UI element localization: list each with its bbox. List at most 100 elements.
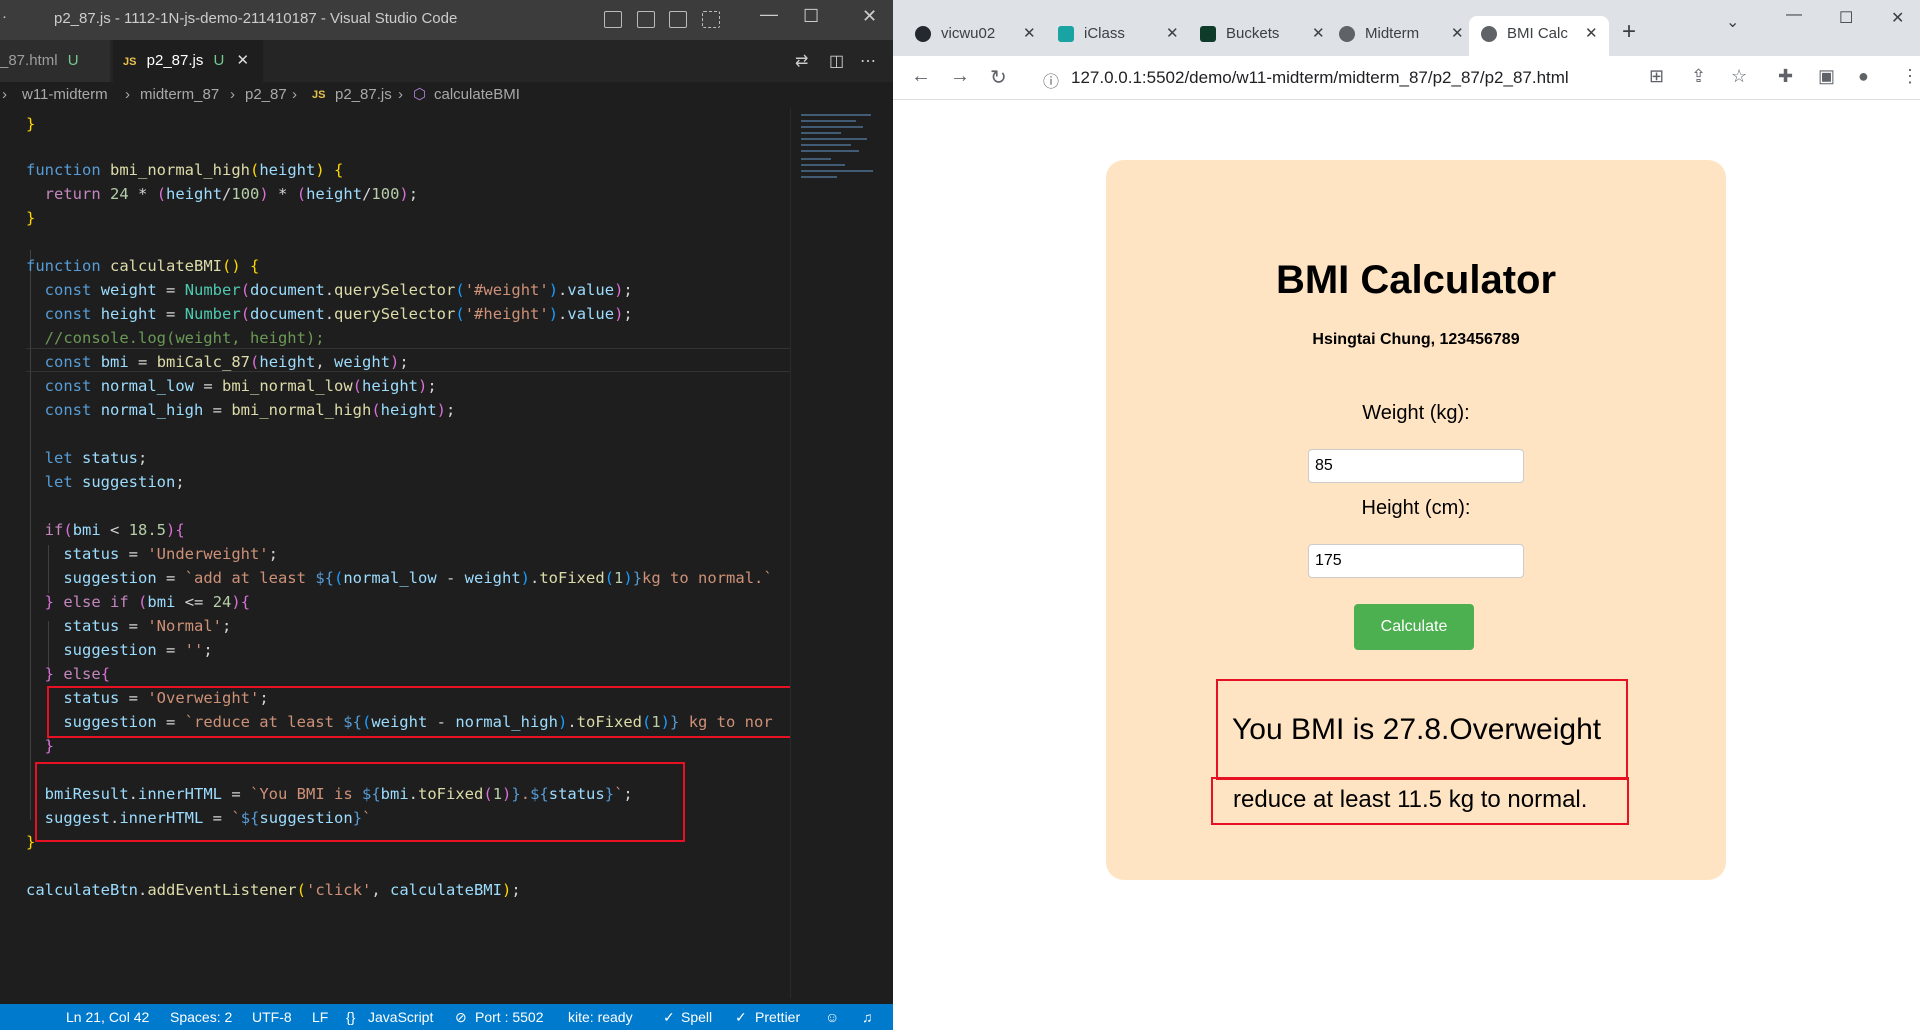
- toggle-panel-icon[interactable]: [637, 11, 655, 28]
- height-label: Height (cm):: [1361, 497, 1471, 519]
- new-tab-icon[interactable]: +: [1622, 18, 1636, 46]
- open-changes-icon[interactable]: ⇄: [795, 51, 808, 71]
- code-editor[interactable]: } function bmi_normal_high(height) { ret…: [0, 108, 790, 998]
- code-line: } else if (bmi <= 24){: [44, 593, 251, 611]
- minimize-icon[interactable]: —: [760, 4, 778, 25]
- browser-tab-active[interactable]: BMI Calc ✕: [1469, 16, 1609, 56]
- globe-icon: [1481, 26, 1497, 43]
- height-input[interactable]: [1308, 544, 1524, 578]
- weight-label: Weight (kg):: [1362, 402, 1470, 424]
- code-line: const bmi = bmiCalc_87(height, weight);: [44, 353, 409, 371]
- minimap-line: [801, 150, 859, 152]
- vscode-titlebar: · p2_87.js - 1112-1N-js-demo-211410187 -…: [0, 0, 893, 40]
- status-bar: Ln 21, Col 42 Spaces: 2 UTF-8 LF {} Java…: [0, 1004, 893, 1030]
- close-tab-icon[interactable]: ✕: [1451, 16, 1464, 52]
- back-icon[interactable]: ←: [911, 65, 931, 88]
- check-double-icon: ✓: [735, 1009, 747, 1025]
- code-line: const weight = Number(document.querySele…: [44, 281, 633, 299]
- code-line: let suggestion;: [44, 473, 185, 491]
- browser-tab-label: BMI Calc: [1507, 25, 1568, 42]
- tab-html-file[interactable]: _87.html U: [0, 40, 110, 82]
- feedback-icon[interactable]: ☺: [825, 1004, 839, 1030]
- code-line: let status;: [44, 449, 148, 467]
- translate-icon[interactable]: ⊞: [1649, 66, 1664, 87]
- more-actions-icon[interactable]: ⋯: [860, 51, 876, 71]
- browser-tab[interactable]: iClass ✕: [1058, 16, 1188, 52]
- bmi-result-text: You BMI is 27.8.Overweight: [1232, 713, 1602, 746]
- untracked-badge: U: [67, 52, 79, 69]
- breadcrumb-item[interactable]: p2_87.js: [335, 82, 392, 108]
- code-line: }: [26, 115, 36, 133]
- code-line: }: [26, 833, 36, 851]
- code-line: } else{: [44, 665, 111, 683]
- github-icon: [915, 26, 931, 43]
- browser-tab-label: iClass: [1084, 25, 1125, 42]
- kite-status[interactable]: kite: ready: [568, 1004, 633, 1030]
- weight-input[interactable]: [1308, 449, 1524, 483]
- share-icon[interactable]: ⇪: [1691, 66, 1706, 87]
- customize-layout-icon[interactable]: [702, 11, 720, 28]
- tab-js-file[interactable]: JS p2_87.js U ✕: [113, 40, 263, 82]
- breadcrumb-item[interactable]: midterm_87: [140, 82, 219, 108]
- page-title: BMI Calculator: [1275, 258, 1557, 302]
- breadcrumb-item[interactable]: w11-midterm: [22, 82, 108, 108]
- browser-toolbar: ← → ↻ ⓘ 127.0.0.1:5502/demo/w11-midterm/…: [893, 56, 1920, 100]
- toggle-primary-sidebar-icon[interactable]: [604, 11, 622, 28]
- address-bar[interactable]: ⓘ 127.0.0.1:5502/demo/w11-midterm/midter…: [1031, 61, 1671, 95]
- suggestion-text: reduce at least 11.5 kg to normal.: [1233, 786, 1588, 813]
- code-line: status = 'Underweight';: [63, 545, 278, 563]
- tab-search-chevron-icon[interactable]: ⌄: [1726, 12, 1739, 32]
- breadcrumb-item[interactable]: calculateBMI: [434, 82, 520, 108]
- indentation[interactable]: Spaces: 2: [170, 1004, 232, 1030]
- close-tab-icon[interactable]: ✕: [237, 52, 250, 69]
- prettier-status[interactable]: Prettier: [755, 1004, 800, 1030]
- line-ending[interactable]: LF: [312, 1004, 328, 1030]
- extensions-icon[interactable]: ✚: [1778, 66, 1793, 87]
- tab-label: _87.html: [0, 52, 58, 69]
- buckets-icon: [1200, 26, 1216, 43]
- site-info-icon[interactable]: ⓘ: [1043, 68, 1059, 92]
- tab-label: p2_87.js: [146, 52, 204, 69]
- close-tab-icon[interactable]: ✕: [1023, 16, 1036, 52]
- cursor-position[interactable]: Ln 21, Col 42: [66, 1004, 149, 1030]
- browser-tab[interactable]: vicwu02 ✕: [915, 16, 1045, 52]
- close-tab-icon[interactable]: ✕: [1312, 16, 1325, 52]
- forward-icon[interactable]: →: [950, 65, 970, 88]
- code-line: function bmi_normal_high(height) {: [26, 161, 344, 179]
- notifications-bell-icon[interactable]: ♫: [862, 1004, 873, 1030]
- spell-status[interactable]: Spell: [681, 1004, 712, 1030]
- menu-kebab-icon[interactable]: ⋮: [1901, 66, 1919, 87]
- reload-icon[interactable]: ↻: [990, 65, 1007, 90]
- bookmark-star-icon[interactable]: ☆: [1731, 66, 1747, 87]
- web-page: BMI Calculator Hsingtai Chung, 123456789…: [893, 100, 1920, 1030]
- calculate-button[interactable]: Calculate: [1354, 604, 1474, 650]
- minimap[interactable]: [790, 108, 890, 998]
- split-editor-icon[interactable]: ◫: [829, 51, 844, 71]
- annotation-box-overweight: [47, 686, 790, 738]
- minimap-line: [801, 164, 845, 166]
- suggestion-box: reduce at least 11.5 kg to normal.: [1211, 777, 1629, 825]
- browser-tab[interactable]: Midterm ✕: [1339, 16, 1469, 52]
- breadcrumb-item[interactable]: p2_87: [245, 82, 287, 108]
- close-tab-icon[interactable]: ✕: [1585, 16, 1598, 52]
- profile-avatar-icon[interactable]: ●: [1858, 66, 1869, 87]
- encoding[interactable]: UTF-8: [252, 1004, 292, 1030]
- maximize-icon[interactable]: ☐: [1839, 8, 1853, 28]
- close-tab-icon[interactable]: ✕: [1166, 16, 1179, 52]
- maximize-icon[interactable]: ☐: [803, 6, 819, 27]
- side-panel-icon[interactable]: ▣: [1818, 66, 1835, 87]
- minimap-line: [801, 176, 837, 178]
- chevron-right-icon: ›: [2, 86, 7, 103]
- browser-tab-label: vicwu02: [941, 25, 996, 42]
- close-window-icon[interactable]: ✕: [1891, 8, 1904, 28]
- minimize-icon[interactable]: —: [1786, 6, 1802, 24]
- vscode-window: · p2_87.js - 1112-1N-js-demo-211410187 -…: [0, 0, 893, 1030]
- live-server-port[interactable]: Port : 5502: [475, 1004, 544, 1030]
- code-line: calculateBtn.addEventListener('click', c…: [26, 881, 521, 899]
- editor-tabs: _87.html U JS p2_87.js U ✕ ⇄ ◫ ⋯: [0, 40, 893, 82]
- language-mode[interactable]: JavaScript: [368, 1004, 433, 1030]
- code-line: suggestion = `add at least ${(normal_low…: [63, 569, 773, 587]
- toggle-secondary-sidebar-icon[interactable]: [669, 11, 687, 28]
- close-window-icon[interactable]: ✕: [862, 6, 877, 27]
- browser-tab[interactable]: Buckets ✕: [1200, 16, 1330, 52]
